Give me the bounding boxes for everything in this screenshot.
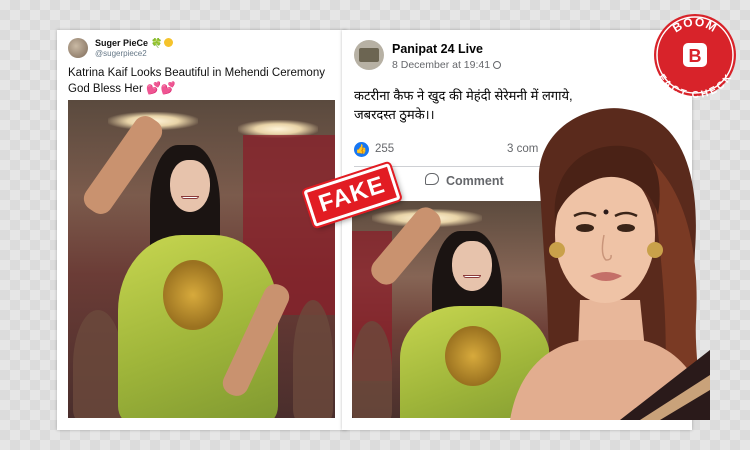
dancer-smile	[181, 196, 199, 199]
like-count[interactable]: 255	[375, 143, 394, 155]
tweet-text-body: Katrina Kaif Looks Beautiful in Mehendi …	[68, 67, 325, 95]
post-timestamp[interactable]: 8 December at 19:41	[392, 59, 502, 71]
gold-necklace	[163, 260, 223, 330]
thumbs-up-icon[interactable]: 👍	[354, 142, 369, 157]
gold-necklace	[445, 326, 501, 386]
tweet-handle[interactable]: @sugerpiece2	[95, 49, 147, 58]
tweet-photo[interactable]	[68, 100, 335, 418]
actress-portrait	[500, 100, 710, 420]
tweet-card: Suger PieCe 🍀 @sugerpiece2 Katrina Kaif L…	[57, 30, 347, 430]
hearts-emoji-icon: 💕💕	[145, 81, 176, 95]
page-avatar[interactable]	[354, 40, 384, 70]
comment-button[interactable]: Comment	[425, 173, 504, 188]
crowd-person	[293, 300, 333, 418]
dancer-face	[452, 241, 492, 291]
boom-fact-check-logo: BOOM FACT CHECK B	[652, 12, 738, 101]
tweet-text: Katrina Kaif Looks Beautiful in Mehendi …	[68, 66, 343, 97]
portrait-illustration	[510, 108, 710, 420]
tweet-avatar[interactable]	[68, 38, 88, 58]
comment-button-label: Comment	[446, 174, 504, 188]
tweet-display-name[interactable]: Suger PieCe 🍀	[95, 38, 174, 49]
boom-badge-graphic: BOOM FACT CHECK B	[654, 14, 736, 101]
crowd-person	[73, 310, 123, 418]
clover-emoji-icon: 🍀	[151, 38, 163, 48]
globe-icon	[493, 61, 502, 69]
badge-letter: B	[689, 46, 702, 66]
crowd-person	[352, 321, 392, 418]
tweet-display-name-text: Suger PieCe	[95, 38, 149, 48]
smile-emoji-icon	[164, 38, 174, 47]
post-timestamp-text: 8 December at 19:41	[392, 59, 491, 71]
speech-bubble-icon	[425, 173, 439, 185]
page-name[interactable]: Panipat 24 Live	[392, 42, 483, 56]
dancer-smile	[463, 275, 481, 278]
dancer-face	[170, 160, 210, 212]
